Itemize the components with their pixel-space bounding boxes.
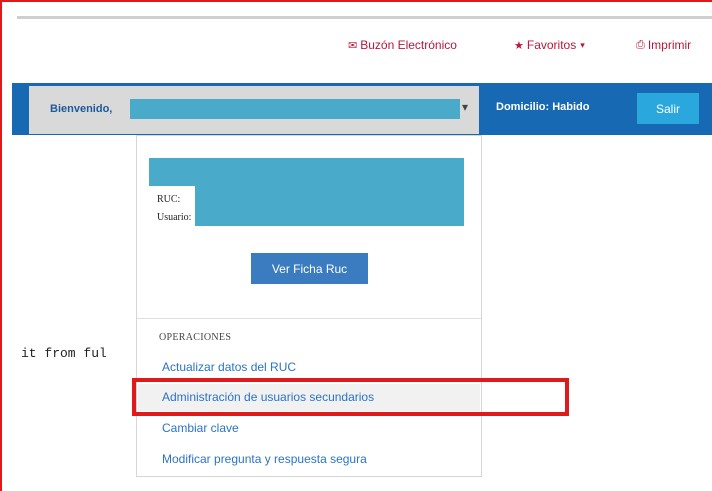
imprimir-label: Imprimir — [647, 38, 692, 52]
user-menu-toggle[interactable]: Bienvenido, ▾ — [29, 86, 479, 134]
star-icon: ★ — [514, 39, 524, 52]
imprimir-link[interactable]: ⎙ Imprimir — [636, 38, 691, 52]
background-text: it from ful — [21, 346, 107, 361]
user-dropdown-menu: RUC: Usuario: Ver Ficha Ruc OPERACIONES … — [136, 135, 482, 477]
top-nav: ✉ Buzón Electrónico ★ Favoritos ▾ ⎙ Impr… — [330, 38, 712, 56]
buzon-label: Buzón Electrónico — [360, 38, 457, 52]
caret-down-icon: ▾ — [580, 39, 585, 50]
salir-button[interactable]: Salir — [637, 93, 699, 124]
redacted-company-name — [149, 158, 464, 186]
caret-down-icon: ▾ — [462, 100, 469, 114]
buzon-electronico-link[interactable]: ✉ Buzón Electrónico — [348, 38, 457, 52]
favoritos-menu[interactable]: ★ Favoritos ▾ — [514, 38, 588, 52]
welcome-label: Bienvenido, — [50, 103, 113, 115]
operaciones-heading: OPERACIONES — [159, 332, 232, 343]
highlight-box — [132, 378, 569, 416]
usuario-label: Usuario: — [157, 212, 192, 223]
printer-icon: ⎙ — [636, 38, 645, 51]
menu-item-modificar-pregunta[interactable]: Modificar pregunta y respuesta segura — [162, 452, 367, 466]
envelope-icon: ✉ — [348, 39, 358, 52]
ruc-label: RUC: — [157, 194, 181, 205]
redacted-ruc-usuario — [195, 186, 464, 226]
menu-item-actualizar-ruc[interactable]: Actualizar datos del RUC — [162, 360, 296, 374]
ver-ficha-ruc-button[interactable]: Ver Ficha Ruc — [251, 253, 368, 284]
redacted-user-name — [130, 99, 460, 119]
menu-divider — [137, 318, 481, 319]
favoritos-label: Favoritos — [526, 38, 577, 52]
top-divider — [17, 16, 712, 19]
menu-item-cambiar-clave[interactable]: Cambiar clave — [162, 421, 239, 435]
domicilio-status: Domicilio: Habido — [496, 101, 590, 113]
